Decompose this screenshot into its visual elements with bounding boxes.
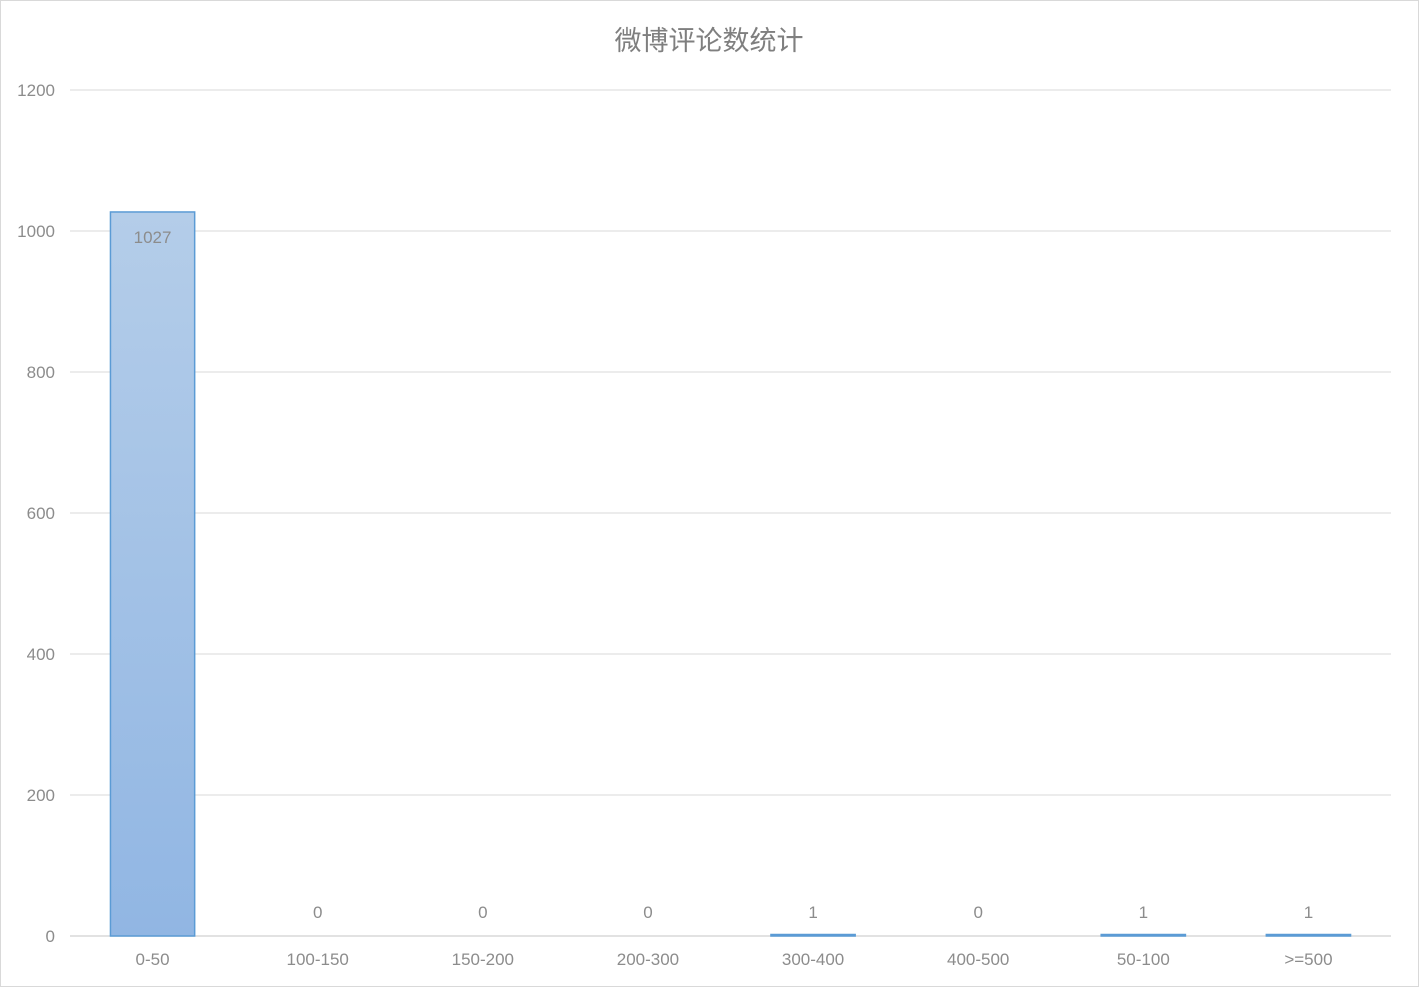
y-tick-label: 800 bbox=[27, 363, 55, 382]
x-tick-label: 300-400 bbox=[782, 950, 844, 969]
bars bbox=[109, 211, 1352, 937]
y-tick-label: 600 bbox=[27, 504, 55, 523]
data-label: 0 bbox=[313, 903, 322, 922]
data-labels: 1027 0 0 0 1 0 1 1 bbox=[134, 228, 1314, 922]
bar bbox=[1265, 933, 1352, 937]
x-tick-label: 150-200 bbox=[452, 950, 514, 969]
x-tick-label: 200-300 bbox=[617, 950, 679, 969]
y-tick-label: 400 bbox=[27, 645, 55, 664]
data-label: 1 bbox=[808, 903, 817, 922]
x-tick-label: >=500 bbox=[1284, 950, 1332, 969]
x-tick-label: 50-100 bbox=[1117, 950, 1170, 969]
y-tick-label: 200 bbox=[27, 786, 55, 805]
x-axis-ticks: 0-50 100-150 150-200 200-300 300-400 400-500 5… bbox=[136, 950, 1333, 969]
x-tick-label: 100-150 bbox=[286, 950, 348, 969]
data-label: 1027 bbox=[134, 228, 172, 247]
y-tick-label: 1000 bbox=[17, 222, 55, 241]
x-tick-label: 0-50 bbox=[136, 950, 170, 969]
y-axis-ticks: 0 200 400 600 800 1000 1200 bbox=[17, 81, 55, 946]
bar bbox=[770, 933, 856, 937]
data-label: 0 bbox=[973, 903, 982, 922]
y-tick-label: 0 bbox=[46, 927, 55, 946]
bar bbox=[1100, 933, 1187, 937]
data-label: 0 bbox=[643, 903, 652, 922]
data-label: 1 bbox=[1139, 903, 1148, 922]
y-tick-label: 1200 bbox=[17, 81, 55, 100]
bar-chart: 微博评论数统计 020040060080010001200 0-50 100-15… bbox=[17, 26, 1391, 969]
x-tick-label: 400-500 bbox=[947, 950, 1009, 969]
gridlines bbox=[70, 89, 1391, 937]
data-label: 1 bbox=[1304, 903, 1313, 922]
chart-title: 微博评论数统计 bbox=[615, 26, 804, 57]
bar bbox=[109, 211, 196, 937]
data-label: 0 bbox=[478, 903, 487, 922]
